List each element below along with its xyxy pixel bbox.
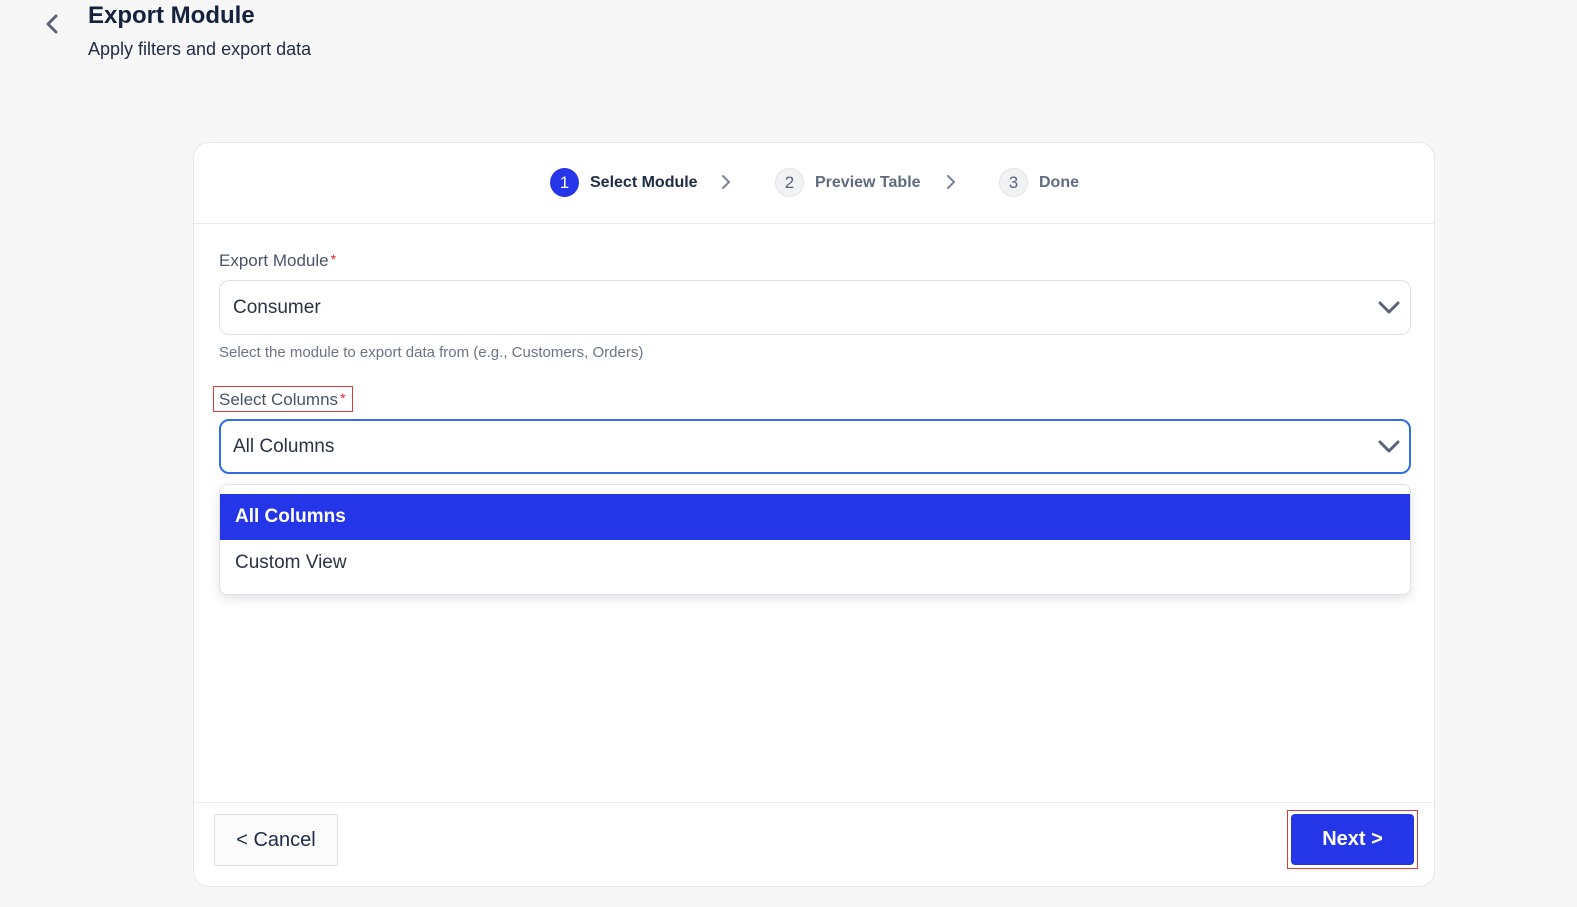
chevron-right-icon [947,175,955,189]
select-columns-label: Select Columns * [219,390,346,410]
next-highlight-box: Next > [1287,810,1418,869]
back-button[interactable] [38,10,66,38]
step-number: 1 [550,168,579,197]
step-number: 3 [999,168,1028,197]
cancel-button[interactable]: < Cancel [214,814,338,866]
step-number: 2 [775,168,804,197]
select-columns-select[interactable]: All Columns [219,419,1411,474]
step-done[interactable]: 3 Done [999,168,1079,197]
chevron-down-icon [1378,440,1400,453]
chevron-left-icon [46,14,58,34]
required-mark: * [330,251,337,267]
page-subtitle: Apply filters and export data [88,39,312,59]
chevron-down-icon [1378,301,1400,314]
card-footer: < Cancel Next > [194,802,1434,886]
export-module-helper: Select the module to export data from (e… [219,344,644,361]
stepper: 1 Select Module 2 Preview Table 3 Done [194,143,1434,224]
step-label: Select Module [590,173,698,191]
export-card: 1 Select Module 2 Preview Table 3 Done E… [193,142,1435,887]
option-custom-view[interactable]: Custom View [220,540,1410,586]
step-preview-table[interactable]: 2 Preview Table [775,168,921,197]
step-label: Preview Table [815,173,921,191]
export-module-value: Consumer [233,297,321,318]
select-columns-value: All Columns [233,436,335,457]
page-title: Export Module [88,2,255,29]
export-module-page: Export Module Apply filters and export d… [0,0,1577,907]
select-columns-label-text: Select Columns [219,390,339,409]
required-mark: * [340,390,346,406]
step-label: Done [1039,173,1079,191]
export-module-select[interactable]: Consumer [219,280,1411,335]
select-columns-dropdown: All Columns Custom View [219,484,1411,595]
chevron-right-icon [722,175,730,189]
step-select-module[interactable]: 1 Select Module [550,168,698,197]
option-all-columns[interactable]: All Columns [220,494,1410,540]
export-module-label-text: Export Module [219,251,329,270]
export-module-label: Export Module * [219,251,336,271]
next-button[interactable]: Next > [1291,814,1414,865]
